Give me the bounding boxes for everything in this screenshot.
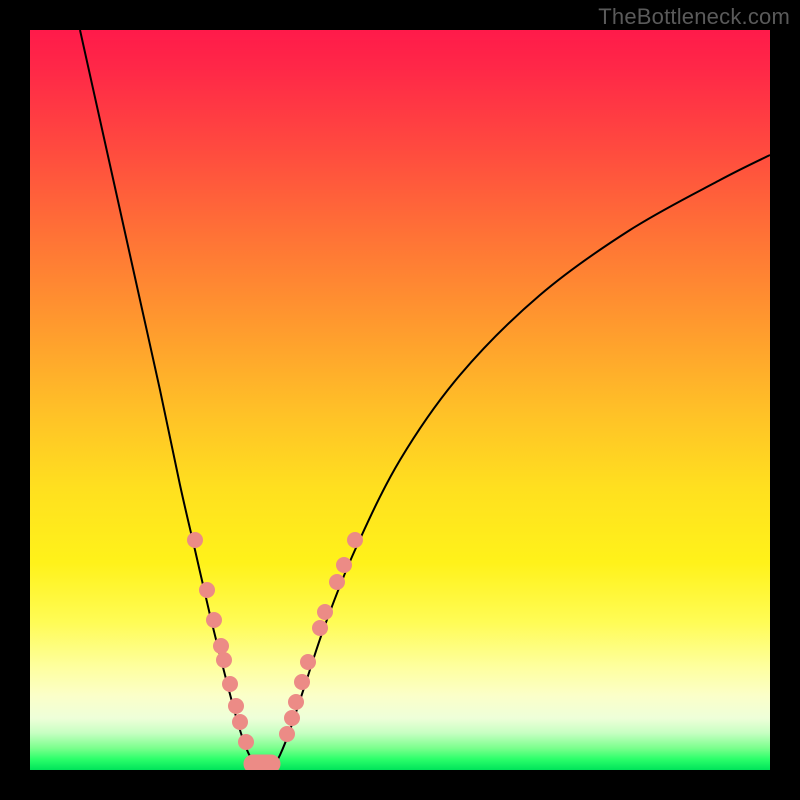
chart-frame: TheBottleneck.com bbox=[0, 0, 800, 800]
curve-layer bbox=[30, 30, 770, 770]
watermark-text: TheBottleneck.com bbox=[598, 4, 790, 30]
plot-area bbox=[30, 30, 770, 770]
right-branch-curve bbox=[273, 155, 770, 767]
left-branch-curve bbox=[80, 30, 258, 767]
highlight-markers bbox=[187, 532, 363, 750]
valley-blob bbox=[244, 755, 280, 770]
